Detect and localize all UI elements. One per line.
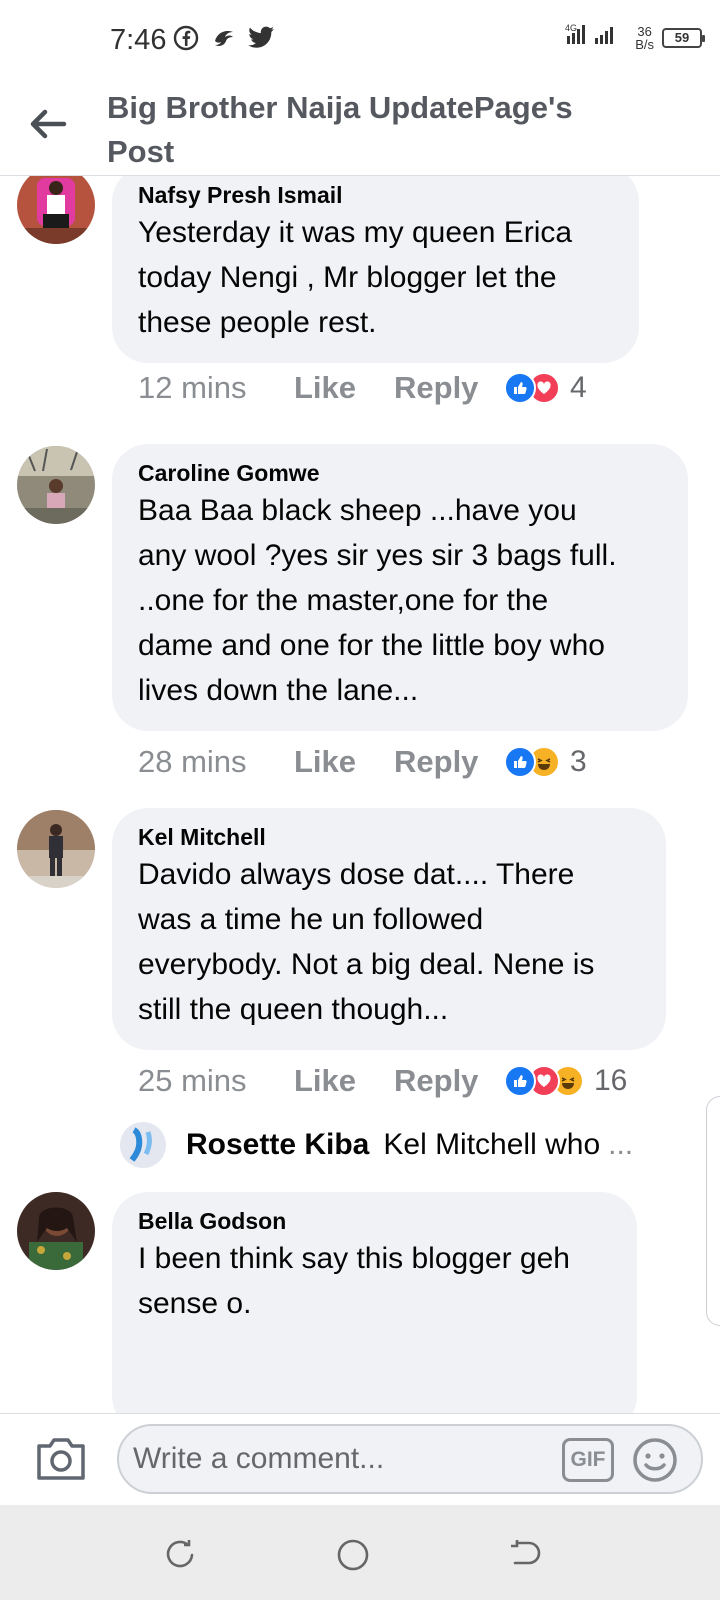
home-circle-icon <box>337 1539 369 1571</box>
like-reaction-icon <box>504 1065 536 1097</box>
comment-text: Yesterday it was my queen Erica today Ne… <box>138 216 573 339</box>
post-header: Big Brother Naija UpdatePage's Post <box>0 80 720 176</box>
comments-feed[interactable]: Nafsy Presh Ismail Yesterday it was my q… <box>0 176 720 1413</box>
twitter-icon <box>248 24 276 52</box>
arrow-left-icon <box>30 109 67 139</box>
home-button[interactable] <box>333 1535 373 1575</box>
avatar[interactable] <box>17 810 95 888</box>
side-card-edge <box>706 1096 720 1326</box>
network-speed: 36 B/s <box>635 25 654 51</box>
comment-time[interactable]: 25 mins <box>138 1063 294 1099</box>
page-title: Big Brother Naija UpdatePage's Post <box>107 90 573 169</box>
emoji-button[interactable] <box>631 1436 679 1484</box>
like-button[interactable]: Like <box>294 1063 394 1099</box>
like-reaction-icon <box>504 372 536 404</box>
avatar[interactable] <box>17 1192 95 1270</box>
comment-text: I been think say this blogger geh sense … <box>138 1242 570 1320</box>
comment-bubble[interactable]: Nafsy Presh Ismail Yesterday it was my q… <box>112 176 639 363</box>
comment-bubble[interactable]: Kel Mitchell Davido always dose dat.... … <box>112 808 666 1050</box>
reply-button[interactable]: Reply <box>394 1063 504 1099</box>
reactions[interactable]: 3 <box>504 745 587 779</box>
comment-author[interactable]: Caroline Gomwe <box>138 458 662 488</box>
comment-author[interactable]: Bella Godson <box>138 1206 611 1236</box>
svg-text:4G: 4G <box>565 23 577 33</box>
reactions[interactable]: 4 <box>504 371 587 405</box>
system-status: 4G 36 B/s 59 <box>565 22 705 53</box>
reply-button[interactable]: Reply <box>394 370 504 406</box>
comment-input[interactable] <box>117 1424 703 1494</box>
signal-icon: 4G <box>565 22 627 53</box>
reply-button[interactable]: Reply <box>394 744 504 780</box>
reply-ellipsis: ... <box>608 1128 634 1161</box>
comment-meta: 12 mins Like Reply 4 <box>138 370 587 406</box>
comment-composer: GIF <box>0 1413 720 1505</box>
facebook-icon <box>172 24 200 52</box>
camera-icon <box>37 1438 85 1480</box>
comment-meta: 28 mins Like Reply 3 <box>138 744 587 780</box>
like-button[interactable]: Like <box>294 370 394 406</box>
comment-author[interactable]: Nafsy Presh Ismail <box>138 180 613 210</box>
status-bar: 7:46 4G 36 B/s 59 <box>0 0 720 80</box>
app-icon <box>210 24 238 52</box>
camera-button[interactable] <box>34 1434 88 1484</box>
back-nav-icon <box>511 1540 541 1565</box>
comment-author[interactable]: Kel Mitchell <box>138 822 640 852</box>
status-time: 7:46 <box>110 24 167 56</box>
reactions[interactable]: 16 <box>504 1064 627 1098</box>
comment-text: Davido always dose dat.... There was a t… <box>138 858 595 1026</box>
battery-level: 59 <box>674 30 690 45</box>
reaction-count: 16 <box>594 1064 628 1097</box>
reaction-count: 3 <box>570 745 587 778</box>
smiley-icon <box>633 1438 677 1482</box>
notification-icons <box>172 24 276 52</box>
gif-button[interactable]: GIF <box>562 1438 614 1482</box>
like-button[interactable]: Like <box>294 744 394 780</box>
reply-preview[interactable]: Rosette Kiba Kel Mitchell who ... <box>120 1122 680 1168</box>
back-button[interactable] <box>26 102 70 146</box>
comment-time[interactable]: 12 mins <box>138 370 294 406</box>
comment-text: Baa Baa black sheep ...have you any wool… <box>138 494 617 707</box>
comment-time[interactable]: 28 mins <box>138 744 294 780</box>
android-nav-bar <box>0 1505 720 1600</box>
battery-icon: 59 <box>662 27 705 48</box>
avatar[interactable] <box>17 446 95 524</box>
net-speed-unit: B/s <box>635 36 654 52</box>
back-nav-button[interactable] <box>505 1535 545 1575</box>
comment-meta: 25 mins Like Reply 16 <box>138 1063 627 1099</box>
comment-bubble[interactable]: Caroline Gomwe Baa Baa black sheep ...ha… <box>112 444 688 731</box>
recents-button[interactable] <box>160 1535 200 1575</box>
reply-avatar[interactable] <box>120 1122 166 1168</box>
reaction-count: 4 <box>570 371 587 404</box>
reply-text: Kel Mitchell who <box>383 1128 601 1161</box>
like-reaction-icon <box>504 746 536 778</box>
comment-bubble[interactable]: Bella Godson I been think say this blogg… <box>112 1192 637 1413</box>
avatar[interactable] <box>17 176 95 244</box>
reply-author[interactable]: Rosette Kiba <box>186 1128 369 1162</box>
recents-icon <box>166 1540 194 1568</box>
